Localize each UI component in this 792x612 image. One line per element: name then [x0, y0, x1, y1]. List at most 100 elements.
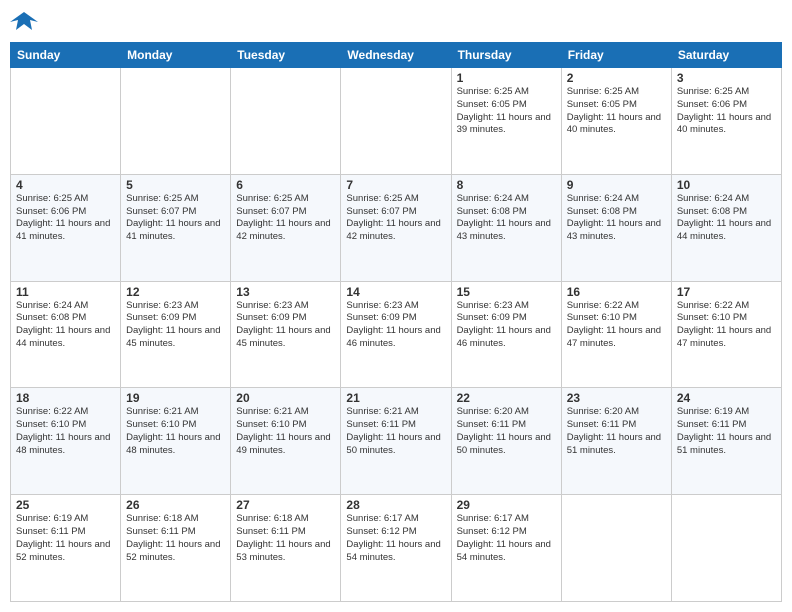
- page: SundayMondayTuesdayWednesdayThursdayFrid…: [0, 0, 792, 612]
- day-number: 15: [457, 285, 556, 299]
- calendar-cell: 27Sunrise: 6:18 AM Sunset: 6:11 PM Dayli…: [231, 495, 341, 602]
- day-number: 28: [346, 498, 445, 512]
- calendar-cell: 23Sunrise: 6:20 AM Sunset: 6:11 PM Dayli…: [561, 388, 671, 495]
- day-number: 4: [16, 178, 115, 192]
- day-info: Sunrise: 6:17 AM Sunset: 6:12 PM Dayligh…: [457, 513, 556, 564]
- day-info: Sunrise: 6:18 AM Sunset: 6:11 PM Dayligh…: [236, 513, 335, 564]
- day-number: 18: [16, 391, 115, 405]
- day-info: Sunrise: 6:25 AM Sunset: 6:05 PM Dayligh…: [567, 86, 666, 137]
- calendar-cell: 18Sunrise: 6:22 AM Sunset: 6:10 PM Dayli…: [11, 388, 121, 495]
- calendar-cell: 1Sunrise: 6:25 AM Sunset: 6:05 PM Daylig…: [451, 68, 561, 175]
- day-number: 11: [16, 285, 115, 299]
- day-number: 1: [457, 71, 556, 85]
- day-number: 25: [16, 498, 115, 512]
- day-info: Sunrise: 6:19 AM Sunset: 6:11 PM Dayligh…: [677, 406, 776, 457]
- day-info: Sunrise: 6:23 AM Sunset: 6:09 PM Dayligh…: [457, 300, 556, 351]
- calendar-cell: 28Sunrise: 6:17 AM Sunset: 6:12 PM Dayli…: [341, 495, 451, 602]
- day-info: Sunrise: 6:25 AM Sunset: 6:07 PM Dayligh…: [236, 193, 335, 244]
- day-info: Sunrise: 6:24 AM Sunset: 6:08 PM Dayligh…: [677, 193, 776, 244]
- calendar-cell: 3Sunrise: 6:25 AM Sunset: 6:06 PM Daylig…: [671, 68, 781, 175]
- day-info: Sunrise: 6:25 AM Sunset: 6:06 PM Dayligh…: [16, 193, 115, 244]
- logo: [10, 10, 42, 34]
- day-number: 26: [126, 498, 225, 512]
- day-number: 12: [126, 285, 225, 299]
- calendar-cell: 19Sunrise: 6:21 AM Sunset: 6:10 PM Dayli…: [121, 388, 231, 495]
- calendar-cell: [231, 68, 341, 175]
- calendar-cell: 17Sunrise: 6:22 AM Sunset: 6:10 PM Dayli…: [671, 281, 781, 388]
- day-number: 21: [346, 391, 445, 405]
- day-info: Sunrise: 6:24 AM Sunset: 6:08 PM Dayligh…: [16, 300, 115, 351]
- col-header-sunday: Sunday: [11, 43, 121, 68]
- calendar-cell: 21Sunrise: 6:21 AM Sunset: 6:11 PM Dayli…: [341, 388, 451, 495]
- day-number: 27: [236, 498, 335, 512]
- day-info: Sunrise: 6:24 AM Sunset: 6:08 PM Dayligh…: [457, 193, 556, 244]
- logo-bird-icon: [10, 10, 38, 34]
- day-info: Sunrise: 6:21 AM Sunset: 6:11 PM Dayligh…: [346, 406, 445, 457]
- day-info: Sunrise: 6:25 AM Sunset: 6:07 PM Dayligh…: [126, 193, 225, 244]
- day-info: Sunrise: 6:20 AM Sunset: 6:11 PM Dayligh…: [457, 406, 556, 457]
- day-info: Sunrise: 6:23 AM Sunset: 6:09 PM Dayligh…: [236, 300, 335, 351]
- calendar-cell: 16Sunrise: 6:22 AM Sunset: 6:10 PM Dayli…: [561, 281, 671, 388]
- day-number: 23: [567, 391, 666, 405]
- day-number: 5: [126, 178, 225, 192]
- day-number: 13: [236, 285, 335, 299]
- calendar-cell: 11Sunrise: 6:24 AM Sunset: 6:08 PM Dayli…: [11, 281, 121, 388]
- calendar-cell: 9Sunrise: 6:24 AM Sunset: 6:08 PM Daylig…: [561, 174, 671, 281]
- day-info: Sunrise: 6:22 AM Sunset: 6:10 PM Dayligh…: [567, 300, 666, 351]
- col-header-thursday: Thursday: [451, 43, 561, 68]
- day-number: 16: [567, 285, 666, 299]
- calendar-cell: 5Sunrise: 6:25 AM Sunset: 6:07 PM Daylig…: [121, 174, 231, 281]
- day-number: 19: [126, 391, 225, 405]
- calendar-cell: 29Sunrise: 6:17 AM Sunset: 6:12 PM Dayli…: [451, 495, 561, 602]
- calendar-cell: 4Sunrise: 6:25 AM Sunset: 6:06 PM Daylig…: [11, 174, 121, 281]
- calendar-cell: 24Sunrise: 6:19 AM Sunset: 6:11 PM Dayli…: [671, 388, 781, 495]
- day-info: Sunrise: 6:22 AM Sunset: 6:10 PM Dayligh…: [677, 300, 776, 351]
- day-info: Sunrise: 6:23 AM Sunset: 6:09 PM Dayligh…: [126, 300, 225, 351]
- calendar-table: SundayMondayTuesdayWednesdayThursdayFrid…: [10, 42, 782, 602]
- calendar-cell: 15Sunrise: 6:23 AM Sunset: 6:09 PM Dayli…: [451, 281, 561, 388]
- day-info: Sunrise: 6:25 AM Sunset: 6:07 PM Dayligh…: [346, 193, 445, 244]
- day-info: Sunrise: 6:25 AM Sunset: 6:06 PM Dayligh…: [677, 86, 776, 137]
- day-info: Sunrise: 6:19 AM Sunset: 6:11 PM Dayligh…: [16, 513, 115, 564]
- day-info: Sunrise: 6:20 AM Sunset: 6:11 PM Dayligh…: [567, 406, 666, 457]
- calendar-cell: [11, 68, 121, 175]
- day-number: 24: [677, 391, 776, 405]
- calendar-cell: 8Sunrise: 6:24 AM Sunset: 6:08 PM Daylig…: [451, 174, 561, 281]
- day-info: Sunrise: 6:21 AM Sunset: 6:10 PM Dayligh…: [126, 406, 225, 457]
- calendar-cell: 26Sunrise: 6:18 AM Sunset: 6:11 PM Dayli…: [121, 495, 231, 602]
- calendar-cell: 13Sunrise: 6:23 AM Sunset: 6:09 PM Dayli…: [231, 281, 341, 388]
- calendar-cell: 25Sunrise: 6:19 AM Sunset: 6:11 PM Dayli…: [11, 495, 121, 602]
- day-number: 7: [346, 178, 445, 192]
- calendar-cell: 12Sunrise: 6:23 AM Sunset: 6:09 PM Dayli…: [121, 281, 231, 388]
- calendar-cell: [671, 495, 781, 602]
- day-number: 17: [677, 285, 776, 299]
- day-number: 14: [346, 285, 445, 299]
- calendar-cell: 14Sunrise: 6:23 AM Sunset: 6:09 PM Dayli…: [341, 281, 451, 388]
- header: [10, 10, 782, 34]
- day-info: Sunrise: 6:25 AM Sunset: 6:05 PM Dayligh…: [457, 86, 556, 137]
- calendar-cell: [341, 68, 451, 175]
- day-number: 22: [457, 391, 556, 405]
- calendar-cell: 10Sunrise: 6:24 AM Sunset: 6:08 PM Dayli…: [671, 174, 781, 281]
- day-number: 10: [677, 178, 776, 192]
- calendar-cell: [561, 495, 671, 602]
- col-header-saturday: Saturday: [671, 43, 781, 68]
- day-number: 8: [457, 178, 556, 192]
- calendar-cell: 2Sunrise: 6:25 AM Sunset: 6:05 PM Daylig…: [561, 68, 671, 175]
- calendar-cell: [121, 68, 231, 175]
- day-number: 9: [567, 178, 666, 192]
- day-number: 6: [236, 178, 335, 192]
- calendar-cell: 7Sunrise: 6:25 AM Sunset: 6:07 PM Daylig…: [341, 174, 451, 281]
- day-info: Sunrise: 6:21 AM Sunset: 6:10 PM Dayligh…: [236, 406, 335, 457]
- day-number: 29: [457, 498, 556, 512]
- col-header-wednesday: Wednesday: [341, 43, 451, 68]
- day-info: Sunrise: 6:22 AM Sunset: 6:10 PM Dayligh…: [16, 406, 115, 457]
- day-info: Sunrise: 6:18 AM Sunset: 6:11 PM Dayligh…: [126, 513, 225, 564]
- col-header-monday: Monday: [121, 43, 231, 68]
- day-number: 2: [567, 71, 666, 85]
- day-info: Sunrise: 6:23 AM Sunset: 6:09 PM Dayligh…: [346, 300, 445, 351]
- calendar-cell: 6Sunrise: 6:25 AM Sunset: 6:07 PM Daylig…: [231, 174, 341, 281]
- day-number: 3: [677, 71, 776, 85]
- day-info: Sunrise: 6:17 AM Sunset: 6:12 PM Dayligh…: [346, 513, 445, 564]
- col-header-tuesday: Tuesday: [231, 43, 341, 68]
